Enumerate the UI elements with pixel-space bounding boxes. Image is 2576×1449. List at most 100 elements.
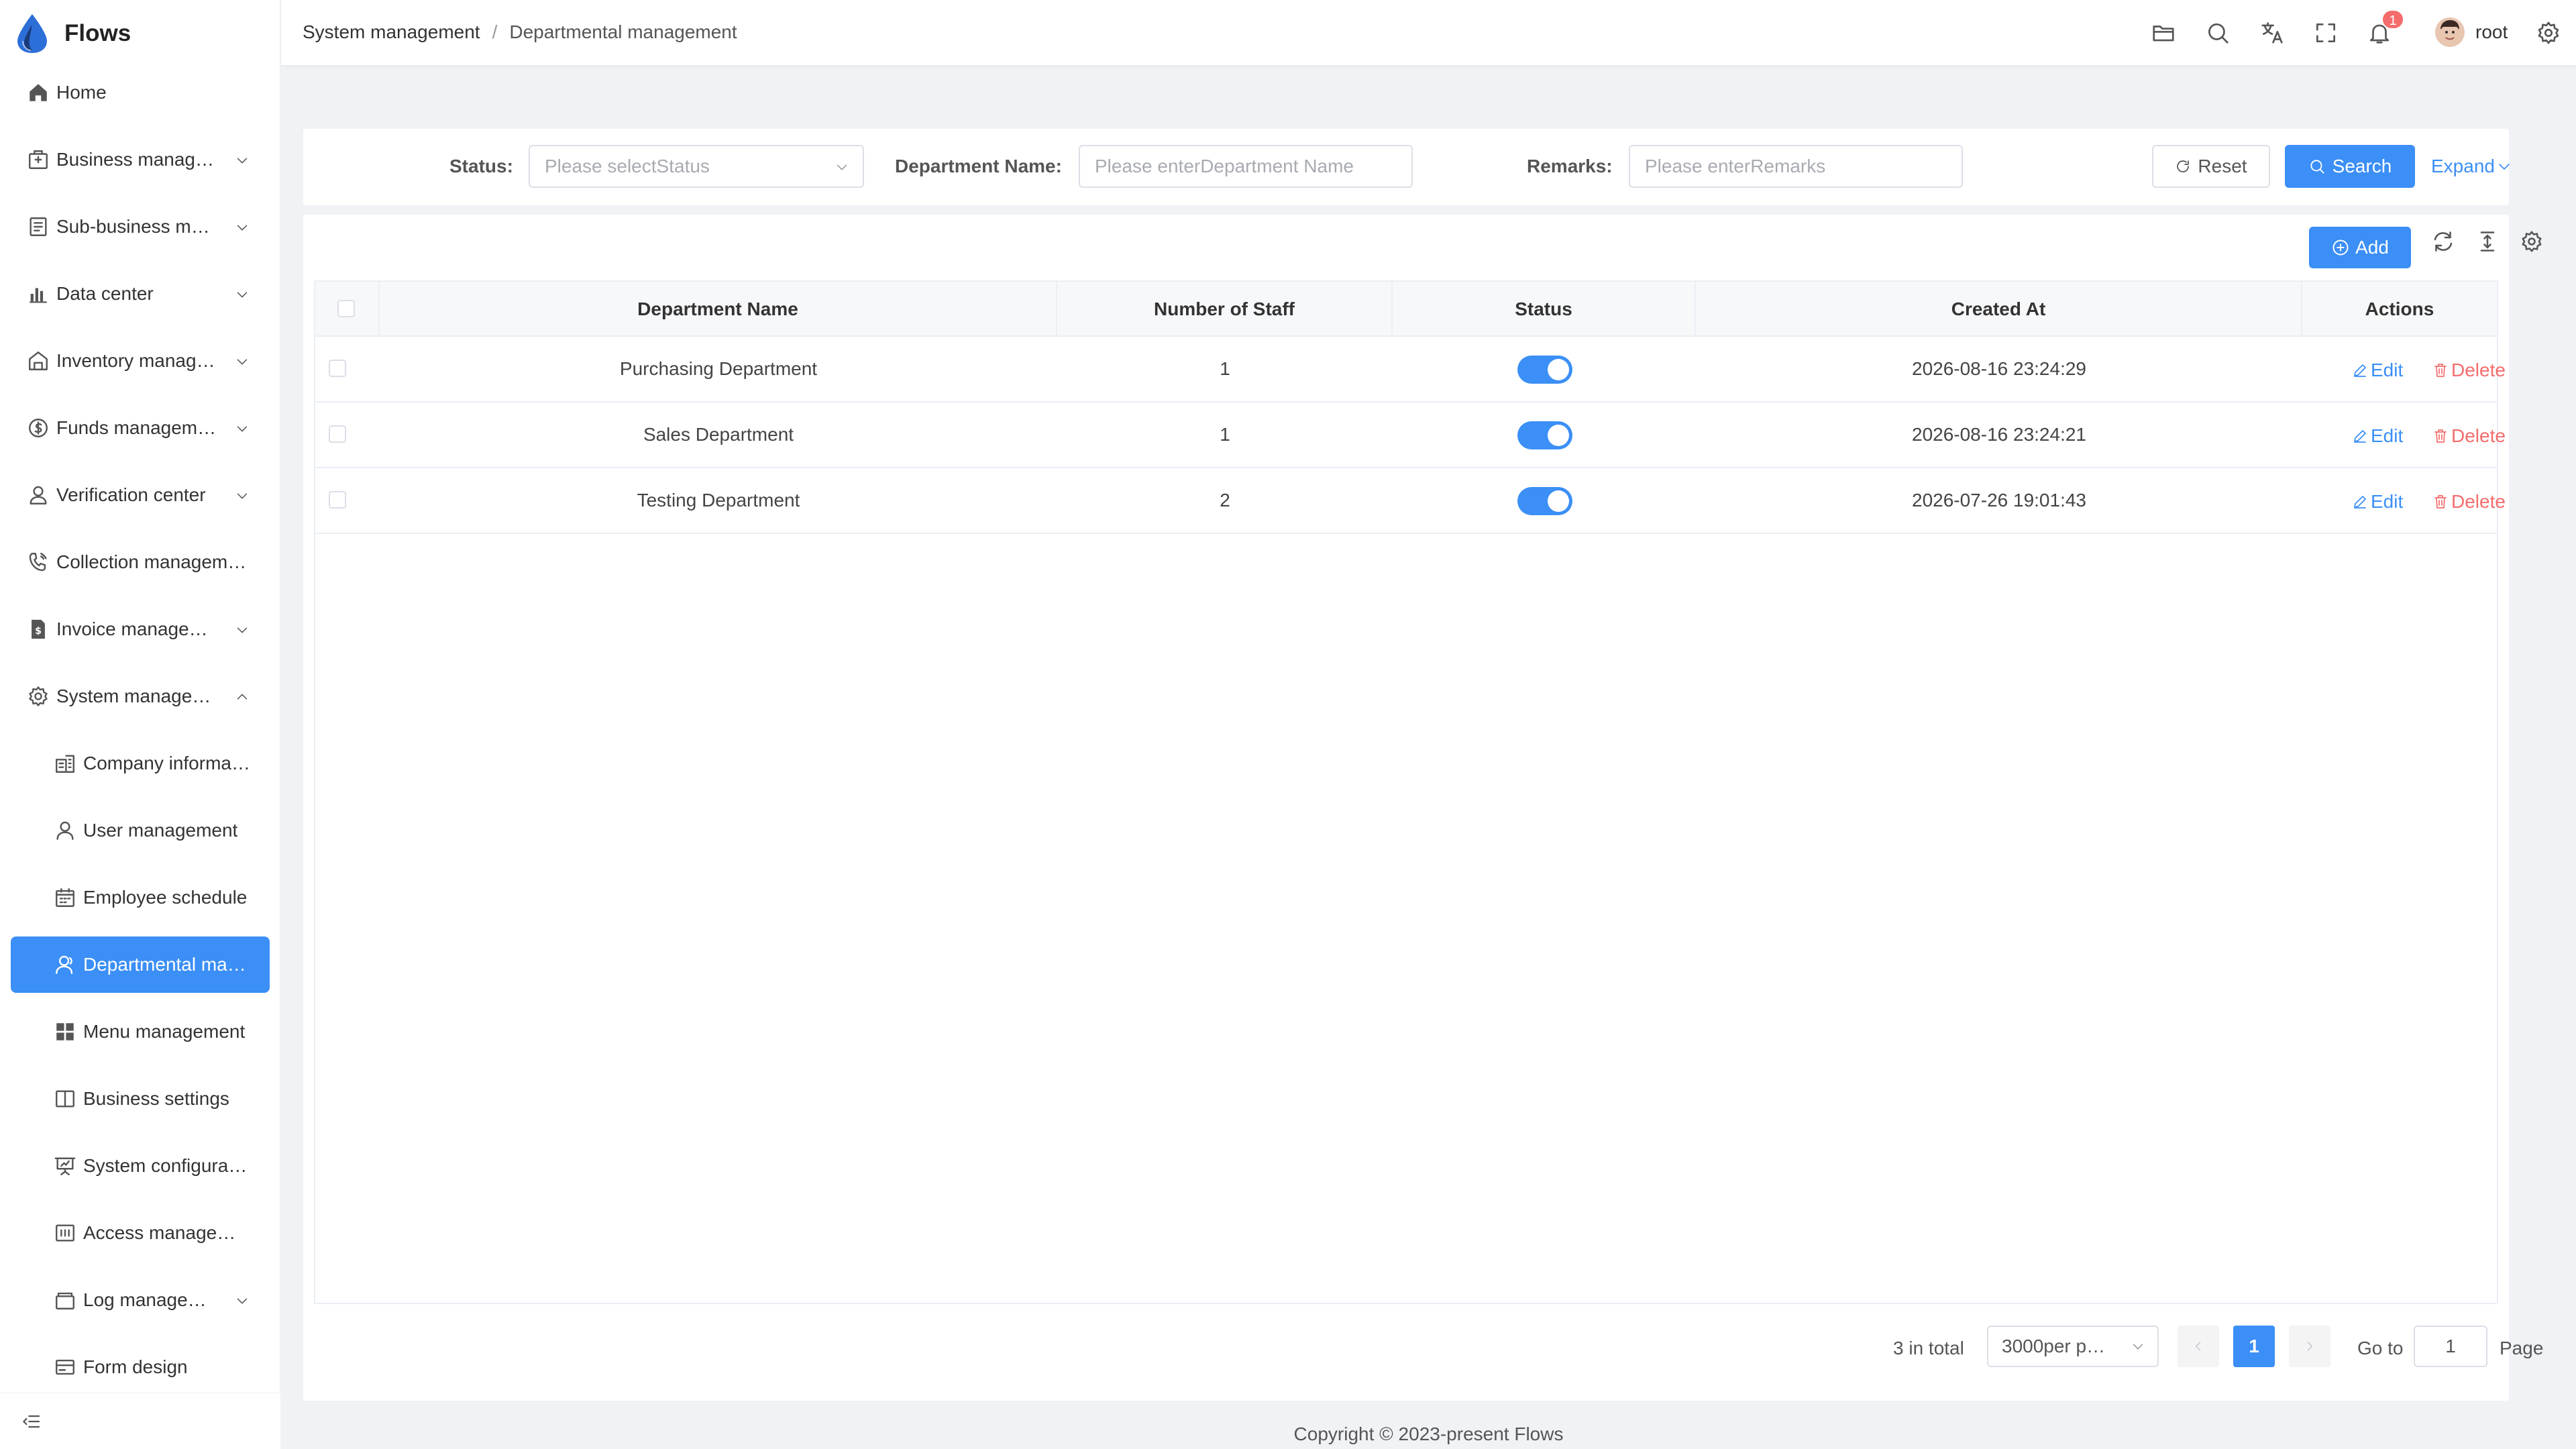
table-header: Department Name Number of Staff Status C… — [315, 282, 2497, 337]
search-button[interactable]: Search — [2285, 145, 2415, 188]
reset-button[interactable]: Reset — [2152, 145, 2270, 188]
translate-icon[interactable] — [2259, 20, 2285, 46]
page-number-current[interactable]: 1 — [2233, 1326, 2275, 1367]
user-icon — [56, 821, 74, 840]
sidebar-item-inventory[interactable]: Inventory manag… — [11, 333, 270, 389]
edit-button[interactable]: Edit — [2352, 360, 2403, 381]
table-settings-icon[interactable] — [2520, 229, 2544, 254]
card-icon — [56, 1359, 74, 1375]
department-name-input[interactable] — [1079, 145, 1413, 188]
sidebar-item-funds[interactable]: Funds managem… — [11, 400, 270, 456]
sidebar-item-label: Inventory manag… — [56, 350, 215, 371]
chevron-down-icon — [237, 292, 248, 298]
sidebar-item-business[interactable]: Business manag… — [11, 131, 270, 188]
app-logo[interactable]: Flows — [15, 12, 131, 55]
sidebar-item-sub-business[interactable]: Sub-business m… — [11, 199, 270, 255]
status-label: Status: — [449, 156, 513, 176]
invoice-icon: $ — [32, 619, 45, 639]
edit-label: Edit — [2371, 360, 2404, 380]
select-all-checkbox[interactable] — [337, 300, 355, 317]
status-toggle[interactable] — [1517, 487, 1572, 515]
sidebar-item-home[interactable]: Home — [11, 64, 270, 121]
sidebar-item-collection[interactable]: Collection managem… — [11, 534, 270, 590]
settings-gear-icon[interactable] — [2536, 20, 2561, 46]
status-toggle[interactable] — [1517, 421, 1572, 449]
table-card: Add Department Name Number of Staff Stat… — [303, 215, 2543, 1401]
delete-button[interactable]: Delete — [2432, 425, 2506, 447]
page-size-select[interactable]: 3000per p… — [1987, 1326, 2159, 1367]
column-header-department-name[interactable]: Department Name — [380, 282, 1057, 337]
sidebar-item-invoice[interactable]: $ Invoice manage… — [11, 601, 270, 657]
sidebar-item-data-center[interactable]: Data center — [11, 266, 270, 322]
created-at-cell: 2026-07-26 19:01:43 — [1912, 490, 2086, 511]
username[interactable]: root — [2475, 21, 2508, 43]
sidebar-subitem-business-settings[interactable]: Business settings — [11, 1071, 270, 1127]
status-toggle[interactable] — [1517, 356, 1572, 384]
sidebar-subitem-company-info[interactable]: Company informa… — [11, 735, 270, 792]
column-header-created-at[interactable]: Created At — [1696, 282, 2302, 337]
toggle-knob — [1548, 490, 1569, 512]
folder-icon[interactable] — [2151, 20, 2176, 46]
fullscreen-icon[interactable] — [2313, 20, 2339, 46]
goto-page-input[interactable]: 1 — [2414, 1326, 2487, 1367]
chevron-down-icon — [237, 225, 248, 231]
row-checkbox[interactable] — [329, 425, 346, 443]
sidebar-subitem-log-management[interactable]: Log manage… — [11, 1272, 270, 1328]
sidebar-subitem-form-design[interactable]: Form design — [11, 1339, 270, 1395]
sidebar-subitem-departmental-management[interactable]: Departmental ma… — [11, 936, 270, 993]
edit-pencil-icon — [2354, 364, 2366, 377]
staff-count-cell: 2 — [1220, 490, 1230, 511]
collapse-menu-icon[interactable] — [20, 1411, 42, 1432]
sidebar-item-label: Funds managem… — [56, 417, 217, 438]
search-form: Status: Please selectStatus Department N… — [303, 129, 2512, 205]
department-name-label: Department Name: — [895, 156, 1062, 176]
svg-text:$: $ — [35, 626, 42, 637]
folder-stack-icon — [56, 1292, 74, 1309]
staff-count-cell: 1 — [1220, 358, 1230, 379]
access-panel-icon — [56, 1224, 74, 1242]
sidebar-subitem-access-management[interactable]: Access managem… — [11, 1205, 270, 1261]
row-checkbox[interactable] — [329, 491, 346, 508]
chevron-down-icon — [2133, 1344, 2143, 1350]
sidebar-subitem-system-configuration[interactable]: System configurat… — [11, 1138, 270, 1194]
sidebar-subitem-employee-schedule[interactable]: Employee schedule — [11, 869, 270, 926]
delete-label: Delete — [2451, 360, 2506, 380]
edit-button[interactable]: Edit — [2352, 491, 2403, 513]
edit-label: Edit — [2371, 425, 2404, 446]
trash-icon — [2434, 495, 2447, 508]
refresh-icon[interactable] — [2431, 229, 2455, 254]
edit-button[interactable]: Edit — [2352, 425, 2403, 447]
breadcrumb-item[interactable]: System management — [303, 21, 480, 43]
chevron-down-icon — [237, 1298, 248, 1304]
search-icon[interactable] — [2205, 20, 2231, 46]
status-select[interactable]: Please selectStatus — [529, 145, 864, 188]
column-height-icon[interactable] — [2475, 229, 2500, 254]
sidebar-subitem-menu-management[interactable]: Menu management — [11, 1004, 270, 1060]
edit-pencil-icon — [2354, 496, 2366, 508]
column-header-status[interactable]: Status — [1393, 282, 1696, 337]
bar-chart-icon — [30, 288, 47, 303]
breadcrumb: System management / Departmental managem… — [303, 21, 737, 43]
chevron-down-icon — [2499, 164, 2510, 170]
next-page-button[interactable] — [2289, 1326, 2330, 1367]
sidebar-item-system-management[interactable]: System manage… — [11, 668, 270, 724]
sidebar-item-label: Data center — [56, 283, 154, 304]
sidebar-item-label: Business manag… — [56, 149, 215, 170]
sidebar-item-verification[interactable]: Verification center — [11, 467, 270, 523]
chevron-left-icon — [2195, 1342, 2201, 1351]
expand-toggle[interactable]: Expand — [2431, 156, 2512, 177]
delete-button[interactable]: Delete — [2432, 360, 2506, 381]
sidebar-item-label: Business settings — [83, 1088, 229, 1109]
staff-count-cell: 1 — [1220, 424, 1230, 445]
chevron-down-icon — [237, 158, 248, 164]
remarks-input[interactable] — [1629, 145, 1963, 188]
book-icon — [56, 1090, 74, 1108]
add-button[interactable]: Add — [2309, 227, 2411, 268]
avatar[interactable] — [2435, 17, 2465, 47]
sidebar-subitem-user-management[interactable]: User management — [11, 802, 270, 859]
column-header-staff[interactable]: Number of Staff — [1057, 282, 1393, 337]
delete-button[interactable]: Delete — [2432, 491, 2506, 513]
row-checkbox[interactable] — [329, 360, 346, 377]
sidebar-footer — [0, 1393, 280, 1449]
prev-page-button[interactable] — [2178, 1326, 2219, 1367]
